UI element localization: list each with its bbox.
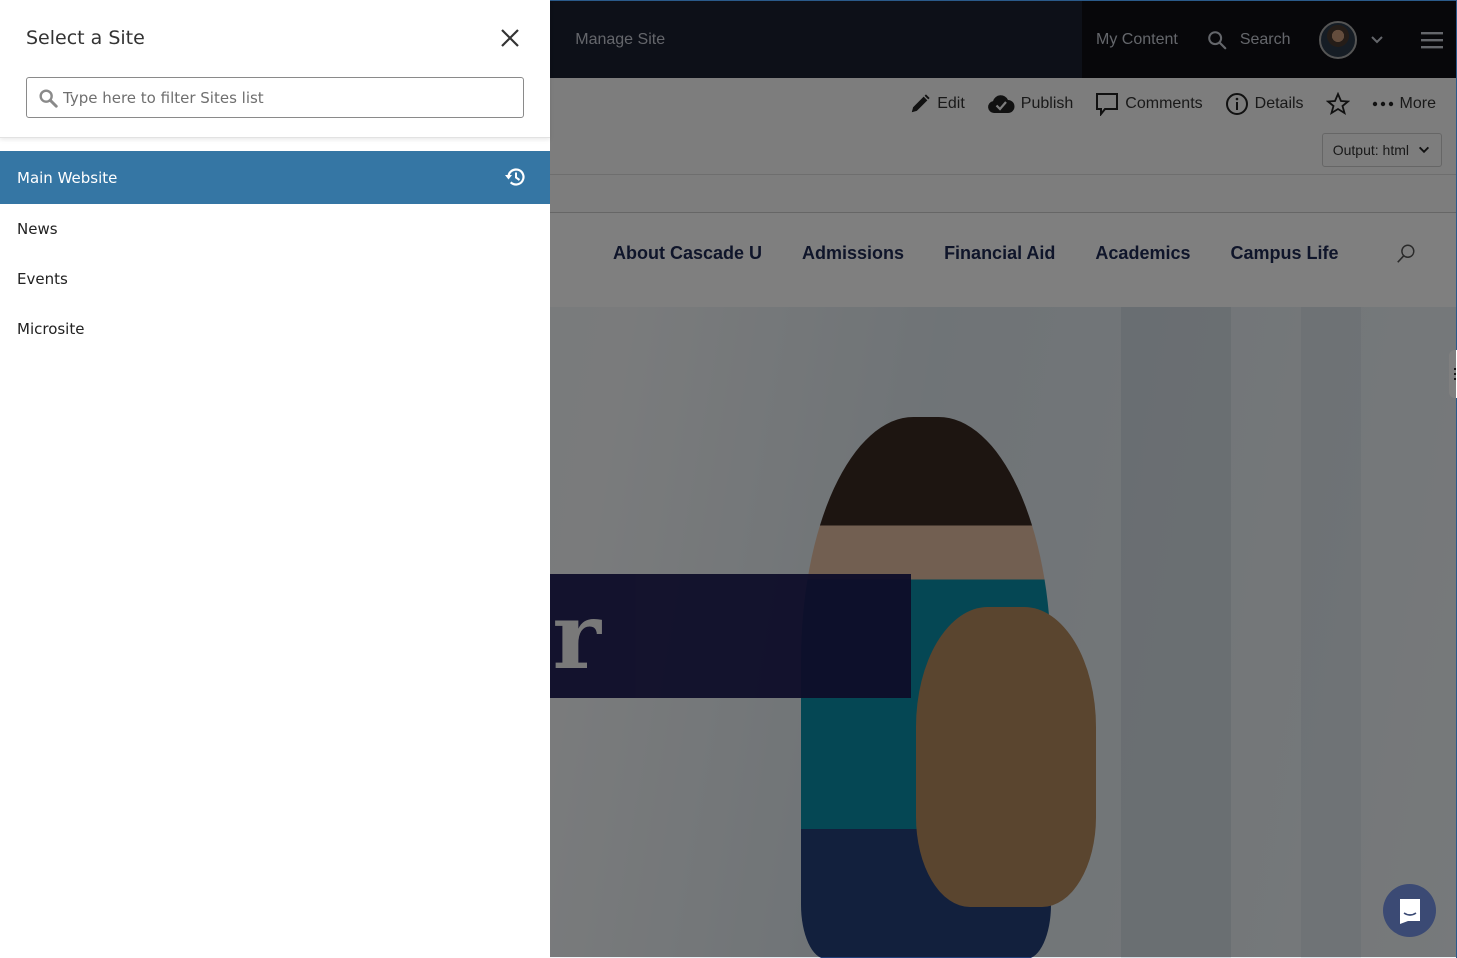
panel-header: Select a Site — [0, 0, 550, 138]
chat-launcher-button[interactable] — [1383, 884, 1436, 937]
site-item-events[interactable]: Events — [0, 254, 550, 304]
site-filter-field[interactable] — [26, 77, 524, 118]
site-item-news[interactable]: News — [0, 204, 550, 254]
site-item-main-website[interactable]: Main Website — [0, 151, 550, 204]
history-icon[interactable] — [504, 165, 528, 193]
site-item-label: News — [17, 220, 58, 238]
site-item-label: Main Website — [17, 168, 118, 187]
search-icon — [37, 87, 59, 109]
site-item-microsite[interactable]: Microsite — [0, 304, 550, 354]
panel-title: Select a Site — [26, 27, 145, 49]
close-icon — [501, 29, 519, 47]
site-list: Main Website News Events Microsite — [0, 151, 550, 354]
site-item-label: Events — [17, 270, 68, 288]
chat-icon — [1399, 898, 1420, 924]
select-site-panel: Select a Site Main Website News Events M… — [0, 0, 550, 958]
site-item-label: Microsite — [17, 320, 85, 338]
site-filter-input[interactable] — [63, 78, 523, 117]
close-button[interactable] — [498, 26, 522, 50]
